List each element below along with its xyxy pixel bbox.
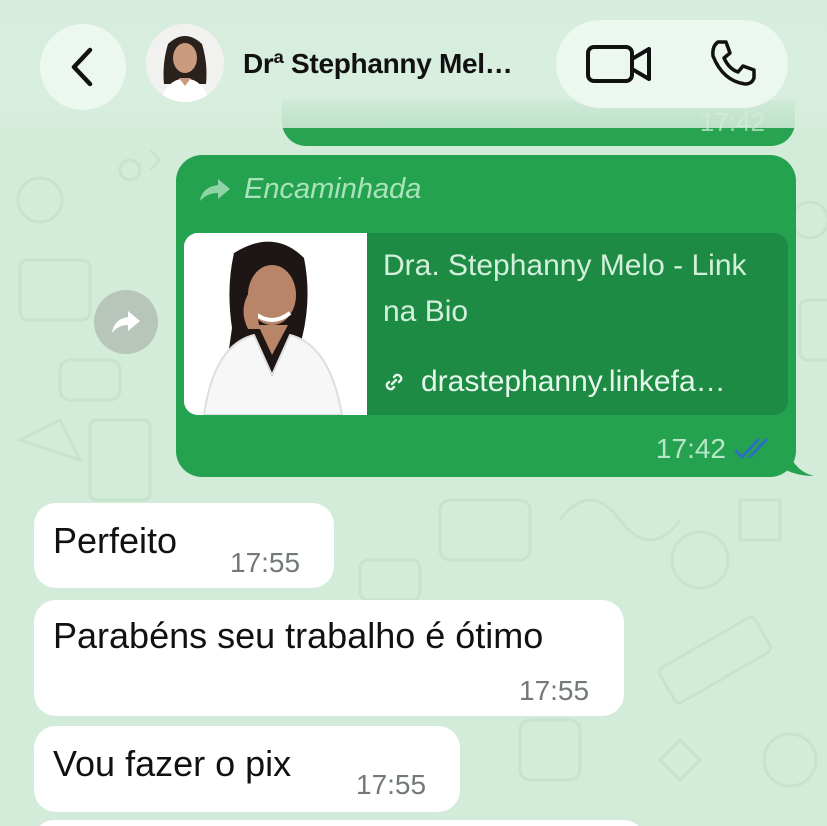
incoming-message-bubble[interactable]: Parabéns seu trabalho é ótimo 17:55 <box>34 600 624 716</box>
incoming-message-bubble[interactable]: Perfeito 17:55 <box>34 503 334 588</box>
message-time: 17:55 <box>356 769 427 800</box>
call-actions <box>556 20 788 108</box>
link-preview-card[interactable]: Dra. Stephanny Melo - Link na Bio draste… <box>184 233 788 415</box>
incoming-message-bubble-partial[interactable] <box>34 820 644 826</box>
video-camera-icon <box>586 45 651 83</box>
video-call-button[interactable] <box>584 42 654 86</box>
share-arrow-icon <box>112 311 140 333</box>
back-button[interactable] <box>40 24 126 110</box>
link-url[interactable]: drastephanny.linkefa… <box>383 365 726 399</box>
message-time: 17:55 <box>230 547 301 578</box>
chat-header: Drª Stephanny Mel… <box>0 0 827 128</box>
forward-button[interactable] <box>94 290 158 354</box>
forwarded-message-bubble[interactable]: Encaminhada Dra. Stephanny Melo - Link n… <box>176 155 796 477</box>
message-text: Vou fazer o pix <box>53 743 292 784</box>
phone-icon <box>711 40 756 86</box>
link-preview-photo <box>184 233 367 415</box>
read-receipt-icon <box>734 438 768 460</box>
forwarded-arrow-icon <box>200 178 230 201</box>
link-url-text: drastephanny.linkefa… <box>421 365 726 398</box>
avatar-photo <box>146 24 224 102</box>
link-icon <box>385 373 403 391</box>
forwarded-label: Encaminhada <box>198 173 421 206</box>
message-text: Perfeito <box>53 520 178 561</box>
voice-call-button[interactable] <box>704 36 760 92</box>
message-time: 17:42 <box>655 433 726 464</box>
chevron-left-icon <box>71 47 93 87</box>
incoming-message-bubble[interactable]: Vou fazer o pix 17:55 <box>34 726 460 812</box>
forwarded-text: Encaminhada <box>244 173 422 205</box>
link-preview-image <box>184 233 367 415</box>
message-text: Parabéns seu trabalho é ótimo <box>53 615 544 656</box>
avatar[interactable] <box>146 24 224 102</box>
contact-name[interactable]: Drª Stephanny Mel… <box>243 48 513 80</box>
message-time: 17:55 <box>519 675 590 706</box>
link-title: Dra. Stephanny Melo - Link na Bio <box>383 249 747 328</box>
